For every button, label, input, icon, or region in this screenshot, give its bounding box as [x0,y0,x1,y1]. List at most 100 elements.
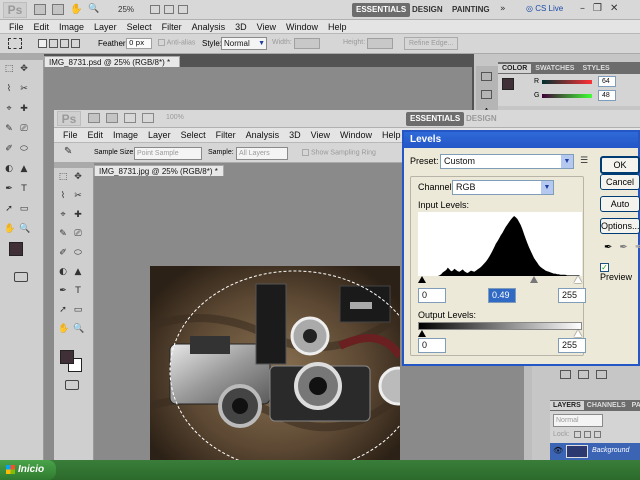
eyedropper-tool-icon[interactable]: ⌖ [58,210,68,220]
refine-edge-button[interactable]: Refine Edge... [404,37,459,50]
arrange-icons[interactable] [150,5,210,15]
brush-tool-icon[interactable]: ✎ [4,124,14,134]
layer-row-background[interactable]: 👁 Background [550,443,640,460]
hand-tool-icon[interactable]: ✋ [58,324,69,334]
feather-input[interactable]: 0 px [126,38,152,49]
dock-icon-a[interactable] [560,370,571,379]
zoom-tool-icon[interactable]: 🔍 [73,324,84,334]
menu-3d[interactable]: 3D [230,22,252,32]
gradient-tool-icon[interactable]: ◐ [4,164,14,174]
tab-channels[interactable]: CHANNELS [584,401,629,410]
shape-tool-icon[interactable]: ▭ [73,305,83,315]
hand-icon[interactable]: ✋ [70,4,82,15]
workspace-painting[interactable]: PAINTING [448,3,494,17]
dock-icon-c[interactable] [596,370,607,379]
output-white-field[interactable]: 255 [558,338,586,353]
close-icon[interactable]: ✕ [610,3,618,14]
path-select-tool-icon[interactable]: ➚ [4,204,14,214]
g-input[interactable]: 48 [598,90,616,101]
menu-front-image[interactable]: Image [108,130,143,140]
output-white-slider[interactable] [574,330,582,337]
lock-icons[interactable] [574,431,601,438]
sample-select[interactable]: All Layers [236,147,288,160]
maximize-icon[interactable]: ❐ [593,3,602,14]
pen-tool-icon[interactable]: ✒ [58,286,68,296]
start-button[interactable]: Inicio [0,460,56,480]
zoom-level-front[interactable]: 100% [166,114,184,121]
path-select-tool-icon[interactable]: ➚ [58,305,68,315]
menu-help[interactable]: Help [323,22,352,32]
menu-front-filter[interactable]: Filter [211,130,241,140]
input-gamma-field[interactable]: 0.49 [488,288,516,303]
quick-mask-icon[interactable] [14,272,28,282]
input-white-field[interactable]: 255 [558,288,586,303]
input-white-slider[interactable] [574,276,582,283]
menu-window[interactable]: Window [281,22,323,32]
foreground-color-swatch-front[interactable] [60,350,74,364]
auto-button[interactable]: Auto [600,196,640,212]
move-tool-icon[interactable]: ✥ [19,64,29,74]
menu-view[interactable]: View [252,22,281,32]
white-eyedropper-icon[interactable]: ✒ [635,242,640,253]
tab-layers[interactable]: LAYERS [550,401,584,410]
shape-tool-icon[interactable]: ▭ [19,204,29,214]
zoom-icon[interactable]: 🔍 [88,4,100,15]
history-brush-tool-icon[interactable]: ✐ [58,248,68,258]
color-panel-fg-swatch[interactable] [502,78,514,90]
eraser-tool-icon[interactable]: ⬭ [73,248,83,258]
mini-bridge-icon[interactable] [52,4,64,15]
menu-front-select[interactable]: Select [176,130,211,140]
menu-select[interactable]: Select [122,22,157,32]
bridge-icon[interactable] [34,4,46,15]
marquee-tool-icon[interactable]: ⬚ [58,172,68,182]
menu-front-analysis[interactable]: Analysis [241,130,285,140]
history-icon[interactable] [481,72,492,81]
minimize-icon[interactable]: – [580,3,585,14]
move-tool-icon[interactable]: ✥ [73,172,83,182]
zoom-level[interactable]: 25% [118,5,134,14]
lasso-tool-icon[interactable]: ⌇ [4,84,14,94]
preset-select[interactable]: Custom ▼ [440,154,574,169]
menu-layer[interactable]: Layer [89,22,122,32]
eyedropper-tool-icon[interactable]: ⌖ [4,104,14,114]
sample-size-select[interactable]: Point Sample [134,147,202,160]
crop-tool-icon[interactable]: ✂ [73,191,83,201]
menu-front-window[interactable]: Window [335,130,377,140]
height-input[interactable] [367,38,393,49]
workspace-essentials[interactable]: ESSENTIALS [352,3,411,17]
width-input[interactable] [294,38,320,49]
burn-tool-icon[interactable]: ▲ [73,267,83,277]
tab-swatches[interactable]: SWATCHES [531,64,578,73]
workspace-essentials-front[interactable]: ESSENTIALS [406,112,465,126]
zoom-tool-icon[interactable]: 🔍 [19,224,30,234]
foreground-color-swatch[interactable] [9,242,23,256]
eraser-tool-icon[interactable]: ⬭ [19,144,29,154]
tab-paths[interactable]: PA [629,401,640,410]
workspace-more-icon[interactable]: » [500,4,506,14]
doc-tab-front[interactable]: IMG_8731.jpg @ 25% (RGB/8*) * × [94,165,224,185]
quick-mask-icon-front[interactable] [65,380,79,390]
lasso-tool-icon[interactable]: ⌇ [58,191,68,201]
input-black-field[interactable]: 0 [418,288,446,303]
ok-button[interactable]: OK [600,156,640,174]
output-black-field[interactable]: 0 [418,338,446,353]
stamp-tool-icon[interactable]: ⎚ [19,124,29,134]
menu-analysis[interactable]: Analysis [187,22,231,32]
r-input[interactable]: 64 [598,76,616,87]
doc-tab-back[interactable]: IMG_8731.psd @ 25% (RGB/8*) * × [44,56,180,76]
black-eyedropper-icon[interactable]: ✒ [604,242,612,253]
menu-file[interactable]: File [4,22,29,32]
channel-select[interactable]: RGB ▼ [452,180,554,195]
tab-styles[interactable]: STYLES [578,64,613,73]
stamp-tool-icon[interactable]: ⎚ [73,229,83,239]
dock-icon-b[interactable] [578,370,589,379]
burn-tool-icon[interactable]: ▲ [19,164,29,174]
antialias-checkbox[interactable]: Anti-alias [158,39,195,46]
visibility-eye-icon[interactable]: 👁 [553,446,563,455]
eyedropper-tool-icon[interactable]: ✎ [64,146,72,157]
pen-tool-icon[interactable]: ✒ [4,184,14,194]
selection-mode-icons[interactable] [38,39,80,48]
options-button[interactable]: Options... [600,218,640,234]
menu-filter[interactable]: Filter [157,22,187,32]
menu-front-edit[interactable]: Edit [83,130,109,140]
